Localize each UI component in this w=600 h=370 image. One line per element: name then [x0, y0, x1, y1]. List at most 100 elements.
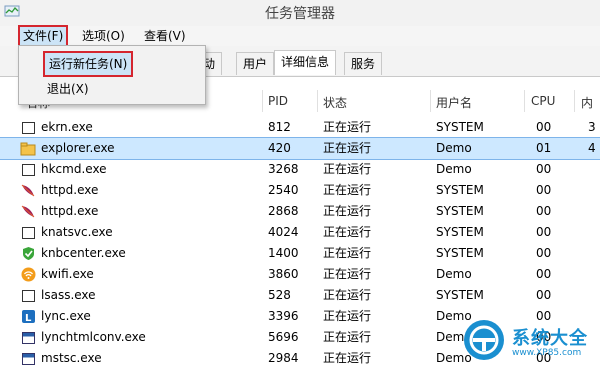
process-name: lsass.exe — [41, 288, 96, 302]
process-user: Demo — [436, 162, 472, 176]
table-row[interactable]: httpd.exe 2868 正在运行 SYSTEM 00 — [0, 201, 600, 222]
title-bar: 任务管理器 — [0, 0, 600, 26]
process-name: httpd.exe — [41, 204, 99, 218]
process-cpu: 00 — [536, 246, 552, 260]
process-pid: 5696 — [268, 330, 299, 344]
process-pid: 1400 — [268, 246, 299, 260]
process-memory: 4 — [588, 141, 596, 155]
process-pid: 2984 — [268, 351, 299, 365]
column-divider[interactable] — [262, 90, 263, 112]
watermark-emblem-icon — [464, 320, 504, 360]
column-header-user[interactable]: 用户名 — [436, 94, 472, 111]
process-status: 正在运行 — [323, 120, 372, 134]
process-cpu: 01 — [536, 141, 552, 155]
process-cpu: 00 — [536, 225, 552, 239]
column-header-memory[interactable]: 内 — [581, 94, 593, 111]
process-status: 正在运行 — [323, 225, 372, 239]
process-name: httpd.exe — [41, 183, 99, 197]
process-status: 正在运行 — [323, 183, 372, 197]
tab-details[interactable]: 详细信息 — [274, 50, 337, 75]
process-pid: 4024 — [268, 225, 299, 239]
process-name: mstsc.exe — [41, 351, 102, 365]
process-status: 正在运行 — [323, 267, 372, 281]
process-pid: 812 — [268, 120, 291, 134]
process-user: SYSTEM — [436, 183, 484, 197]
process-name: knbcenter.exe — [41, 246, 126, 260]
watermark-text: 系统大全 — [512, 328, 588, 349]
tab-services[interactable]: 服务 — [344, 52, 383, 75]
table-row[interactable]: httpd.exe 2540 正在运行 SYSTEM 00 — [0, 180, 600, 201]
feather-icon — [20, 183, 36, 198]
process-pid: 2540 — [268, 183, 299, 197]
process-user: SYSTEM — [436, 120, 484, 134]
process-status: 正在运行 — [323, 141, 372, 155]
menu-bar: 文件(F) 选项(O) 查看(V) — [0, 25, 600, 47]
process-status: 正在运行 — [323, 330, 372, 344]
process-cpu: 00 — [536, 267, 552, 281]
process-cpu: 00 — [536, 288, 552, 302]
process-user: SYSTEM — [436, 246, 484, 260]
process-status: 正在运行 — [323, 246, 372, 260]
tab-users[interactable]: 用户 — [236, 52, 275, 75]
table-row[interactable]: knatsvc.exe 4024 正在运行 SYSTEM 00 — [0, 222, 600, 243]
process-status: 正在运行 — [323, 309, 372, 323]
process-user: SYSTEM — [436, 204, 484, 218]
process-name: hkcmd.exe — [41, 162, 107, 176]
process-cpu: 00 — [536, 162, 552, 176]
explorer-folder-icon — [20, 141, 36, 156]
process-status: 正在运行 — [323, 288, 372, 302]
column-header-status[interactable]: 状态 — [323, 94, 347, 111]
table-row[interactable]: knbcenter.exe 1400 正在运行 SYSTEM 00 — [0, 243, 600, 264]
table-row[interactable]: ekrn.exe 812 正在运行 SYSTEM 00 3 — [0, 117, 600, 138]
column-header-cpu[interactable]: CPU — [531, 94, 555, 108]
column-divider[interactable] — [524, 90, 525, 112]
file-menu-dropdown: 运行新任务(N) 退出(X) — [18, 45, 206, 105]
process-cpu: 00 — [536, 120, 552, 134]
svg-text:L: L — [25, 313, 32, 324]
menu-item-exit[interactable]: 退出(X) — [47, 80, 89, 98]
process-user: Demo — [436, 141, 472, 155]
lync-icon: L — [20, 309, 36, 324]
feather-icon — [20, 204, 36, 219]
process-pid: 3860 — [268, 267, 299, 281]
column-divider[interactable] — [574, 90, 575, 112]
window-icon — [20, 120, 36, 135]
window-icon — [20, 225, 36, 240]
process-name: kwifi.exe — [41, 267, 94, 281]
process-status: 正在运行 — [323, 351, 372, 365]
process-cpu: 00 — [536, 204, 552, 218]
process-name: knatsvc.exe — [41, 225, 113, 239]
process-status: 正在运行 — [323, 204, 372, 218]
process-pid: 3396 — [268, 309, 299, 323]
process-pid: 420 — [268, 141, 291, 155]
window-title: 任务管理器 — [265, 6, 335, 22]
table-row[interactable]: hkcmd.exe 3268 正在运行 Demo 00 — [0, 159, 600, 180]
process-name: explorer.exe — [41, 141, 115, 155]
process-memory: 3 — [588, 120, 596, 134]
column-divider[interactable] — [317, 90, 318, 112]
process-name: lync.exe — [41, 309, 91, 323]
column-header-pid[interactable]: PID — [268, 94, 288, 108]
process-pid: 2868 — [268, 204, 299, 218]
menu-view[interactable]: 查看(V) — [140, 27, 190, 45]
process-status: 正在运行 — [323, 162, 372, 176]
watermark-logo: 系统大全 www.XP85.com — [450, 318, 600, 370]
process-user: SYSTEM — [436, 225, 484, 239]
process-name: lynchtmlconv.exe — [41, 330, 146, 344]
process-cpu: 00 — [536, 183, 552, 197]
menu-file[interactable]: 文件(F) — [18, 25, 69, 47]
process-pid: 528 — [268, 288, 291, 302]
window-icon — [20, 288, 36, 303]
window-blue-icon — [20, 330, 36, 345]
menu-item-run-new-task[interactable]: 运行新任务(N) — [43, 51, 134, 77]
table-row[interactable]: kwifi.exe 3860 正在运行 Demo 00 — [0, 264, 600, 285]
shield-check-icon — [20, 246, 36, 261]
process-user: SYSTEM — [436, 288, 484, 302]
table-row[interactable]: explorer.exe 420 正在运行 Demo 01 4 — [0, 137, 600, 160]
process-user: Demo — [436, 267, 472, 281]
table-row[interactable]: lsass.exe 528 正在运行 SYSTEM 00 — [0, 285, 600, 306]
process-name: ekrn.exe — [41, 120, 93, 134]
window-blue-icon — [20, 351, 36, 366]
menu-options[interactable]: 选项(O) — [78, 27, 129, 45]
column-divider[interactable] — [430, 90, 431, 112]
